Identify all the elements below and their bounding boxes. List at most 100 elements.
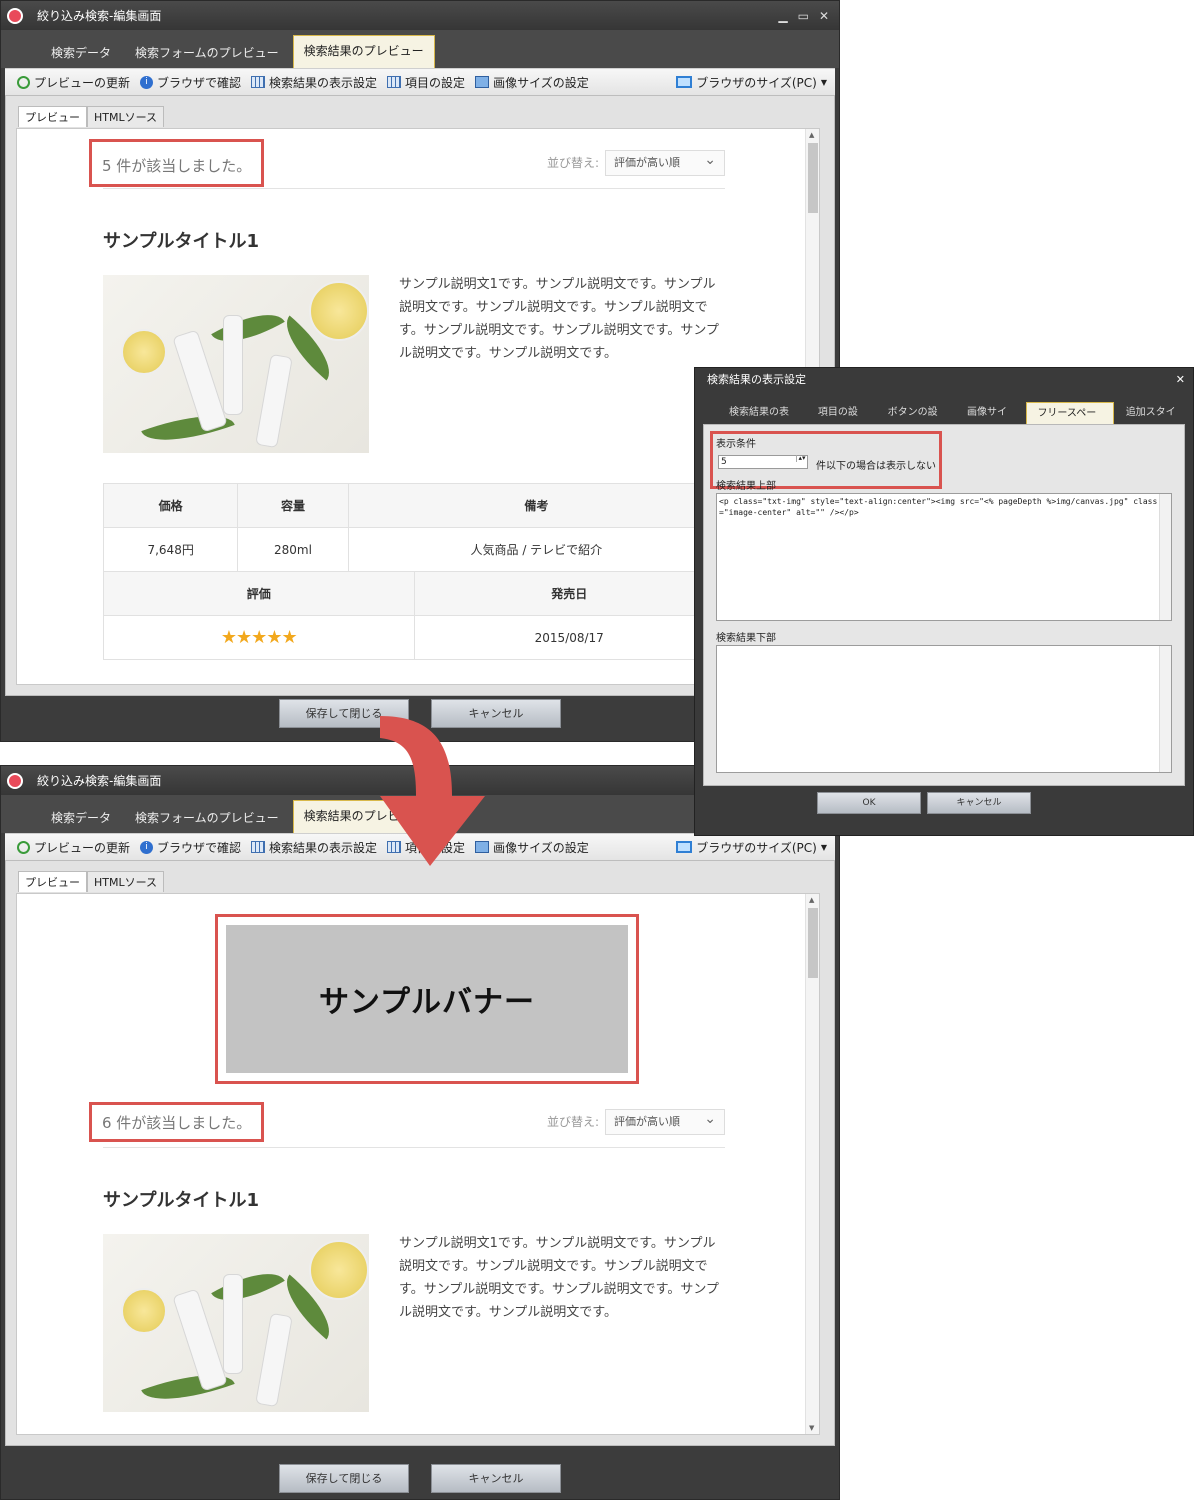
- image-size-button[interactable]: 画像サイズの設定: [475, 74, 589, 91]
- close-icon[interactable]: ✕: [1176, 368, 1185, 392]
- product-description: サンプル説明文1です。サンプル説明文です。サンプル説明文です。サンプル説明文です…: [399, 1236, 719, 1320]
- refresh-icon: [17, 840, 30, 854]
- maximize-icon[interactable]: ▭: [798, 9, 809, 23]
- tab-form-preview[interactable]: 検索フォームのプレビュー: [125, 803, 289, 833]
- cancel-button[interactable]: キャンセル: [431, 1464, 561, 1493]
- close-icon[interactable]: ✕: [819, 9, 829, 23]
- dialog-title: 検索結果の表示設定: [707, 373, 806, 386]
- sort-select[interactable]: 評価が高い順: [605, 148, 725, 176]
- browser-check-button[interactable]: i ブラウザで確認: [140, 839, 241, 856]
- scroll-up-icon[interactable]: ▲: [809, 131, 814, 139]
- result-count: 6 件が該当しました。: [89, 1101, 265, 1142]
- dialog-cancel-button[interactable]: キャンセル: [927, 792, 1031, 814]
- scroll-up-icon[interactable]: ▲: [809, 896, 814, 904]
- result-count: 5 件が該当しました。: [89, 138, 265, 187]
- subtab-html-source[interactable]: HTMLソース: [87, 106, 165, 127]
- refresh-preview-button[interactable]: プレビューの更新: [17, 74, 130, 91]
- toolbar: プレビューの更新 iブラウザで確認 検索結果の表示設定 項目の設定 画像サイズの…: [5, 68, 835, 96]
- subtab-preview[interactable]: プレビュー: [18, 871, 87, 892]
- header-note: 備考: [347, 483, 726, 528]
- spec-table: 価格 容量 備考 7,648円 280ml 人気商品 / テレビで紹介: [102, 483, 726, 572]
- save-close-button[interactable]: 保存して閉じる: [279, 1464, 409, 1493]
- value-note: 人気商品 / テレビで紹介: [347, 527, 726, 572]
- monitor-icon: [676, 76, 693, 88]
- chevron-down-icon: ▼: [820, 842, 827, 852]
- condition-number-input[interactable]: 5: [718, 455, 808, 469]
- product-image: [103, 275, 369, 453]
- product-description: サンプル説明文1です。サンプル説明文です。サンプル説明文です。サンプル説明文です…: [399, 277, 719, 361]
- main-tabs: 検索データ 検索フォームのプレビュー 検索結果のプレビュー: [1, 30, 839, 68]
- scrollbar[interactable]: ▲ ▼: [805, 894, 819, 1434]
- scroll-down-icon[interactable]: ▼: [809, 1424, 814, 1432]
- chevron-down-icon: ▼: [820, 77, 827, 87]
- dialog-tab-image-size[interactable]: 画像サイズ: [957, 402, 1024, 440]
- app-icon: [7, 7, 23, 24]
- lower-code-textarea[interactable]: [716, 645, 1172, 773]
- value-release-date: 2015/08/17: [413, 615, 725, 660]
- dialog-tab-result-display[interactable]: 検索結果の表示: [719, 402, 806, 440]
- image-size-button[interactable]: 画像サイズの設定: [475, 839, 589, 856]
- rating-stars-icon: ★★★★★: [220, 627, 298, 648]
- info-icon: i: [140, 840, 154, 854]
- down-arrow-icon: [380, 716, 485, 866]
- grid-icon: [387, 76, 402, 88]
- refresh-preview-button[interactable]: プレビューの更新: [17, 839, 130, 856]
- condition-label: 表示条件: [716, 439, 756, 450]
- title-bar: 絞り込み検索-編集画面 ▁ ▭ ✕: [1, 1, 839, 30]
- info-icon: i: [140, 75, 154, 89]
- result-display-settings-button[interactable]: 検索結果の表示設定: [251, 839, 377, 856]
- grid-icon: [251, 76, 266, 88]
- banner-highlight: サンプルバナー: [215, 914, 639, 1084]
- preview-pane: ▲▼ サンプルバナー 6 件が該当しました。 並び替え: 評価が高い順 サンプル…: [16, 893, 820, 1435]
- sort-label: 並び替え:: [546, 156, 599, 170]
- tab-result-preview[interactable]: 検索結果のプレビュー: [292, 35, 435, 68]
- sample-banner: サンプルバナー: [226, 925, 628, 1073]
- refresh-icon: [17, 75, 30, 89]
- grid-icon: [251, 841, 266, 853]
- spec-table-2: 評価 発売日 ★★★★★ 2015/08/17: [103, 571, 725, 660]
- upper-code-textarea[interactable]: <p class="txt-img" style="text-align:cen…: [716, 493, 1172, 621]
- value-price: 7,648円: [102, 527, 239, 572]
- dialog-tab-button-settings[interactable]: ボタンの設定: [878, 402, 955, 440]
- dialog-tab-extra-style[interactable]: 追加スタイル: [1116, 402, 1193, 440]
- upper-label: 検索結果上部: [716, 481, 776, 492]
- window-title: 絞り込み検索-編集画面: [37, 774, 162, 788]
- dialog-tabs: 検索結果の表示 項目の設定 ボタンの設定 画像サイズ フリースペース 追加スタイ…: [695, 392, 1193, 441]
- minimize-icon[interactable]: ▁: [778, 9, 787, 23]
- value-capacity: 280ml: [237, 527, 349, 572]
- dialog-tab-item-settings[interactable]: 項目の設定: [808, 402, 876, 440]
- result-display-settings-dialog: 検索結果の表示設定 ✕ 検索結果の表示 項目の設定 ボタンの設定 画像サイズ フ…: [694, 367, 1194, 836]
- upper-code-text: <p class="txt-img" style="text-align:cen…: [719, 497, 1158, 517]
- dialog-body: 表示条件 5 件以下の場合は表示しない 検索結果上部 <p class="txt…: [703, 424, 1185, 786]
- header-capacity: 容量: [237, 483, 349, 528]
- header-release-date: 発売日: [413, 571, 725, 616]
- ok-button[interactable]: OK: [817, 792, 921, 814]
- browser-size-dropdown[interactable]: ブラウザのサイズ(PC) ▼: [676, 839, 827, 856]
- editor-window-after: 絞り込み検索-編集画面 検索データ 検索フォームのプレビュー 検索結果のプレビュ…: [0, 765, 840, 1500]
- subtab-preview[interactable]: プレビュー: [18, 106, 87, 127]
- product-title: サンプルタイトル1: [103, 231, 259, 252]
- preview-area: プレビュー HTMLソース ▲ ▼ サンプルバナー 6 件が該当しました。 並び替…: [5, 861, 835, 1446]
- browser-check-button[interactable]: i ブラウザで確認: [140, 74, 241, 91]
- item-settings-button[interactable]: 項目の設定: [387, 74, 465, 91]
- tab-search-data[interactable]: 検索データ: [41, 38, 121, 68]
- sort-select[interactable]: 評価が高い順: [605, 1107, 725, 1135]
- subtab-html-source[interactable]: HTMLソース: [87, 871, 165, 892]
- product-title: サンプルタイトル1: [103, 1190, 259, 1211]
- dialog-title-bar: 検索結果の表示設定 ✕: [695, 368, 1193, 392]
- image-icon: [475, 76, 490, 88]
- result-display-settings-button[interactable]: 検索結果の表示設定: [251, 74, 377, 91]
- browser-size-dropdown[interactable]: ブラウザのサイズ(PC) ▼: [676, 74, 827, 91]
- sort-label: 並び替え:: [546, 1115, 599, 1129]
- app-icon: [7, 772, 23, 789]
- product-image: [103, 1234, 369, 1412]
- window-title: 絞り込み検索-編集画面: [37, 9, 162, 23]
- header-rating: 評価: [103, 571, 415, 616]
- monitor-icon: [676, 841, 693, 853]
- condition-suffix: 件以下の場合は表示しない: [816, 461, 936, 472]
- lower-label: 検索結果下部: [716, 633, 776, 644]
- header-price: 価格: [102, 483, 239, 528]
- tab-form-preview[interactable]: 検索フォームのプレビュー: [125, 38, 289, 68]
- dialog-tab-free-space[interactable]: フリースペース: [1026, 402, 1114, 441]
- tab-search-data[interactable]: 検索データ: [41, 803, 121, 833]
